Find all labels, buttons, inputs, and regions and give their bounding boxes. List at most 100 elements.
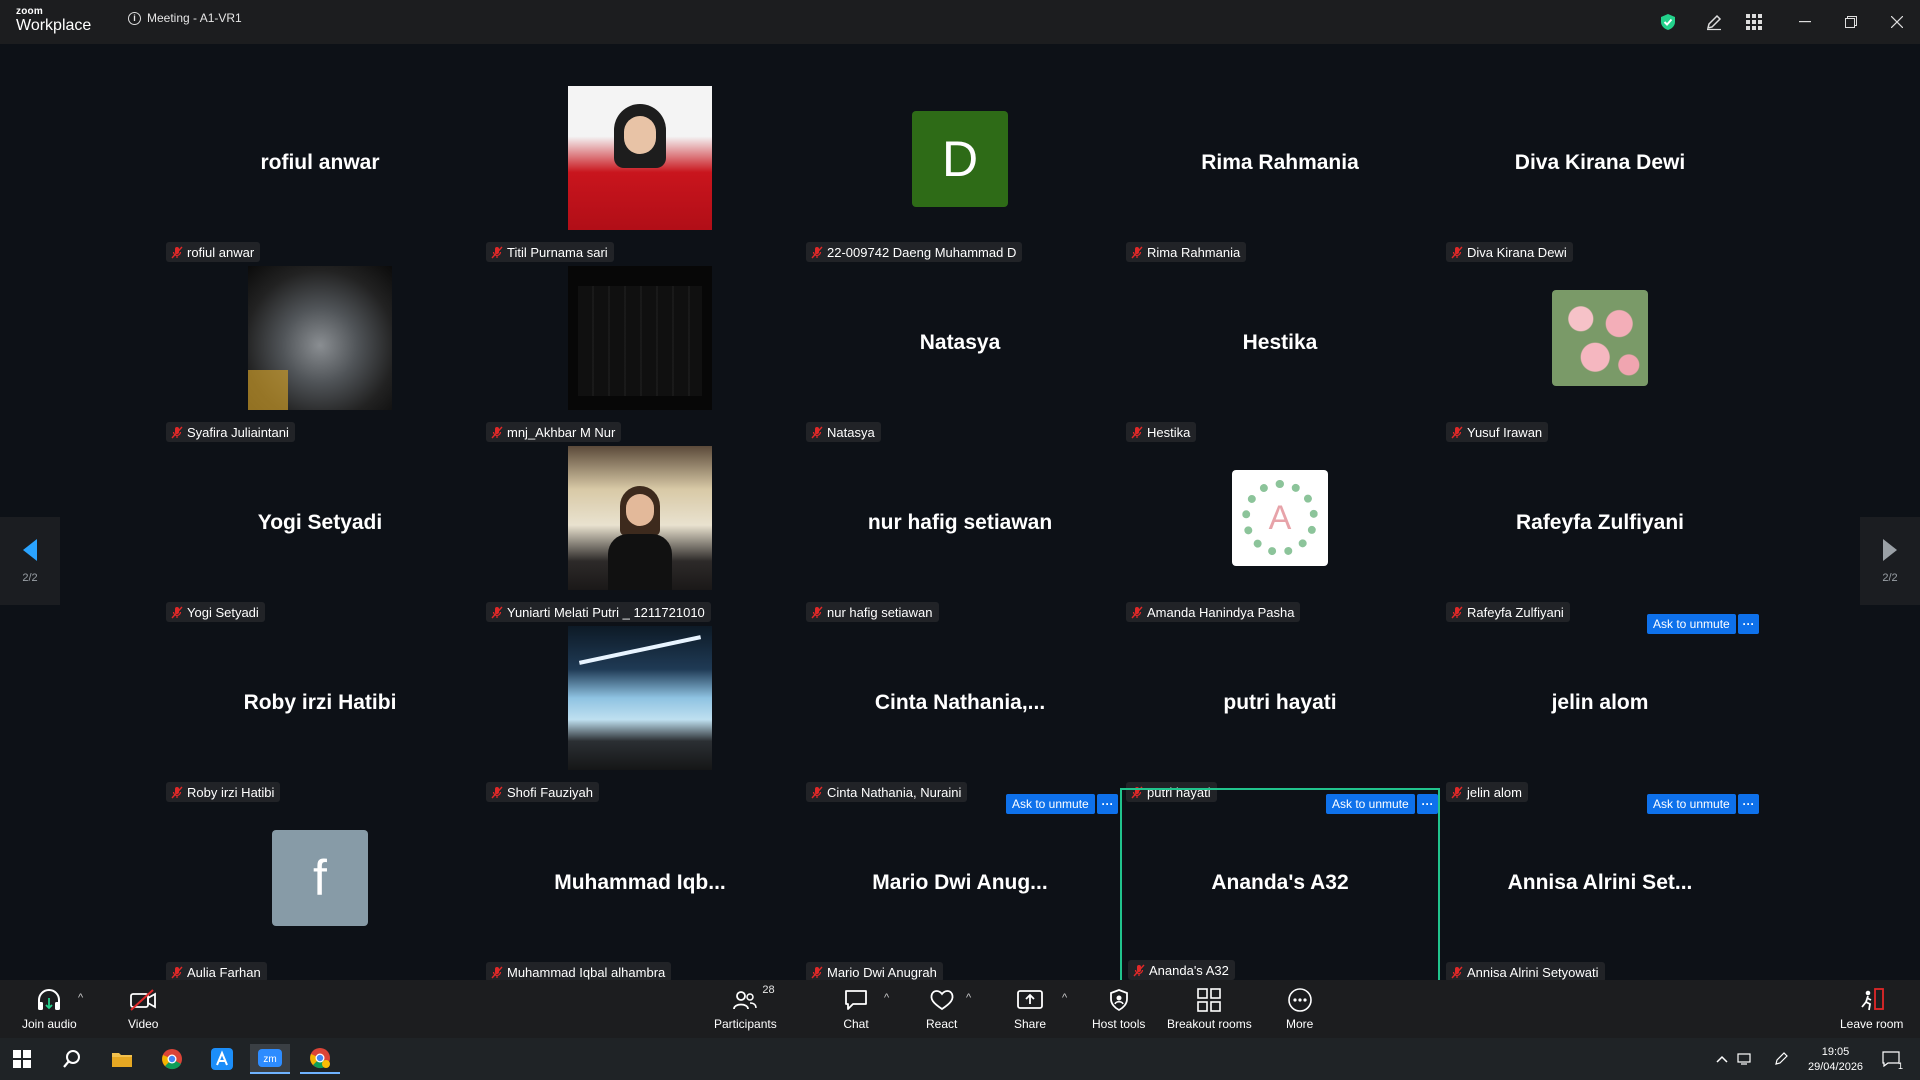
join-audio-button[interactable]: Join audio (22, 986, 77, 1031)
participant-tile[interactable]: Titil Purnama sari (480, 84, 800, 264)
muted-mic-icon (1450, 605, 1464, 619)
network-icon[interactable] (1734, 1044, 1756, 1074)
ask-to-unmute-button[interactable]: Ask to unmute (1326, 794, 1415, 814)
participant-tile[interactable]: Mario Dwi Anug... Mario Dwi Anugrah (800, 804, 1120, 984)
participants-button[interactable]: 28 Participants (714, 984, 777, 1031)
share-options-caret-icon[interactable]: ^ (1062, 992, 1067, 1004)
more-options-button[interactable]: ··· (1738, 614, 1759, 634)
windows-start-icon[interactable] (2, 1044, 42, 1074)
muted-mic-icon (810, 425, 824, 439)
participant-tile[interactable]: mnj_Akhbar M Nur (480, 264, 800, 444)
app-store-icon[interactable] (202, 1044, 242, 1074)
participant-name: Aulia Farhan (187, 964, 261, 980)
participant-tile[interactable]: Yogi Setyadi Yogi Setyadi (160, 444, 480, 624)
profile-photo (248, 266, 392, 410)
participant-name: nur hafig setiawan (827, 604, 933, 620)
apps-grid-icon[interactable] (1742, 10, 1766, 34)
more-button[interactable]: More (1286, 986, 1313, 1031)
ask-to-unmute-button[interactable]: Ask to unmute (1647, 794, 1736, 814)
participant-display-name: Muhammad Iqb... (554, 871, 726, 894)
annotate-icon[interactable] (1702, 10, 1726, 34)
participant-tile[interactable]: Syafira Juliaintani (160, 264, 480, 444)
notification-center-icon[interactable]: 1 (1876, 1044, 1906, 1074)
previous-page-button[interactable]: 2/2 (0, 517, 60, 605)
next-page-button[interactable]: 2/2 (1860, 517, 1920, 605)
chrome-profile-icon[interactable] (300, 1044, 340, 1074)
clock-date: 29/04/2026 (1808, 1061, 1864, 1073)
windows-taskbar: zm 19:05 29/04/2026 1 (0, 1038, 1920, 1080)
chat-button[interactable]: Chat (843, 986, 869, 1031)
more-label: More (1286, 1017, 1314, 1031)
leave-room-button[interactable]: Leave room (1840, 986, 1903, 1031)
participant-display-name: Roby irzi Hatibi (243, 691, 397, 714)
participant-display-name: Cinta Nathania,... (874, 691, 1046, 714)
participant-tile[interactable]: Rima Rahmania Rima Rahmania (1120, 84, 1440, 264)
participant-tile[interactable]: A Amanda Hanindya Pasha (1120, 444, 1440, 624)
participant-tile[interactable]: Muhammad Iqb... Muhammad Iqbal alhambra (480, 804, 800, 984)
more-options-button[interactable]: ··· (1097, 794, 1118, 814)
ask-to-unmute-button[interactable]: Ask to unmute (1647, 614, 1736, 634)
participant-tile[interactable]: Hestika Hestika (1120, 264, 1440, 444)
participant-display-name: Mario Dwi Anug... (872, 871, 1048, 894)
react-button[interactable]: React (926, 986, 957, 1031)
system-clock[interactable]: 19:05 29/04/2026 (1808, 1045, 1863, 1075)
letter-avatar: A (1242, 480, 1318, 556)
video-button[interactable]: Video (128, 986, 158, 1031)
react-options-caret-icon[interactable]: ^ (966, 992, 971, 1004)
participant-label: Mario Dwi Anugrah (806, 962, 943, 982)
leave-room-label: Leave room (1840, 1017, 1904, 1031)
participant-tile[interactable]: Roby irzi Hatibi Roby irzi Hatibi (160, 624, 480, 804)
participant-name: Rafeyfa Zulfiyani (1467, 604, 1564, 620)
participant-tile[interactable]: Shofi Fauziyah (480, 624, 800, 804)
participant-tile[interactable]: f Aulia Farhan (160, 804, 480, 984)
pen-icon[interactable] (1770, 1044, 1792, 1074)
active-speaker-tile[interactable]: Ananda's A32 Ananda's A32 (1120, 788, 1440, 984)
participant-label: Natasya (806, 422, 881, 442)
page-indicator: 2/2 (22, 572, 38, 584)
participant-tile[interactable]: putri hayati putri hayati (1120, 624, 1440, 804)
participant-tile[interactable]: D 22-009742 Daeng Muhammad D (800, 84, 1120, 264)
zoom-taskbar-icon[interactable]: zm (250, 1044, 290, 1074)
security-shield-icon[interactable] (1656, 10, 1680, 34)
participant-tile[interactable]: Annisa Alrini Set... Annisa Alrini Setyo… (1440, 804, 1760, 984)
chat-options-caret-icon[interactable]: ^ (884, 992, 889, 1004)
clock-time: 19:05 (1821, 1046, 1850, 1058)
participant-tile[interactable]: nur hafig setiawan nur hafig setiawan (800, 444, 1120, 624)
breakout-rooms-button[interactable]: Breakout rooms (1167, 986, 1252, 1031)
ask-to-unmute-button[interactable]: Ask to unmute (1006, 794, 1095, 814)
participant-name: Yogi Setyadi (187, 604, 259, 620)
file-explorer-icon[interactable] (102, 1044, 142, 1074)
participant-label: Yuniarti Melati Putri _ 1211721010 (486, 602, 711, 622)
muted-mic-icon (1132, 963, 1146, 977)
search-icon[interactable] (52, 1044, 92, 1074)
participant-name: Yusuf Irawan (1467, 424, 1543, 440)
participant-tile[interactable]: Rafeyfa Zulfiyani Rafeyfa Zulfiyani (1440, 444, 1760, 624)
meeting-info-button[interactable]: i Meeting - A1-VR1 (128, 11, 242, 25)
host-tools-button[interactable]: Host tools (1092, 986, 1145, 1031)
profile-photo (568, 86, 712, 230)
participant-label: Yogi Setyadi (166, 602, 265, 622)
page-indicator: 2/2 (1882, 572, 1898, 584)
participant-tile[interactable]: Diva Kirana Dewi Diva Kirana Dewi (1440, 84, 1760, 264)
participant-label: Muhammad Iqbal alhambra (486, 962, 672, 982)
chevron-up-icon[interactable] (1712, 1044, 1732, 1074)
participant-tile[interactable]: Cinta Nathania,... Cinta Nathania, Nurai… (800, 624, 1120, 804)
muted-mic-icon (490, 965, 504, 979)
participant-tile[interactable]: Natasya Natasya (800, 264, 1120, 444)
restore-icon[interactable] (1836, 8, 1866, 36)
participant-tile[interactable]: Yuniarti Melati Putri _ 1211721010 (480, 444, 800, 624)
heart-icon (929, 986, 955, 1014)
more-options-button[interactable]: ··· (1738, 794, 1759, 814)
muted-mic-icon (490, 425, 504, 439)
participant-label: Amanda Hanindya Pasha (1126, 602, 1301, 622)
minimize-icon[interactable] (1790, 8, 1820, 36)
chrome-icon[interactable] (152, 1044, 192, 1074)
participant-tile[interactable]: jelin alom jelin alom (1440, 624, 1760, 804)
more-options-button[interactable]: ··· (1417, 794, 1438, 814)
participant-tile[interactable]: Yusuf Irawan (1440, 264, 1760, 444)
audio-options-caret-icon[interactable]: ^ (78, 992, 83, 1004)
close-icon[interactable] (1882, 8, 1912, 36)
share-button[interactable]: Share (1014, 986, 1046, 1031)
breakout-rooms-icon (1196, 986, 1222, 1014)
participant-tile[interactable]: rofiul anwar rofiul anwar (160, 84, 480, 264)
